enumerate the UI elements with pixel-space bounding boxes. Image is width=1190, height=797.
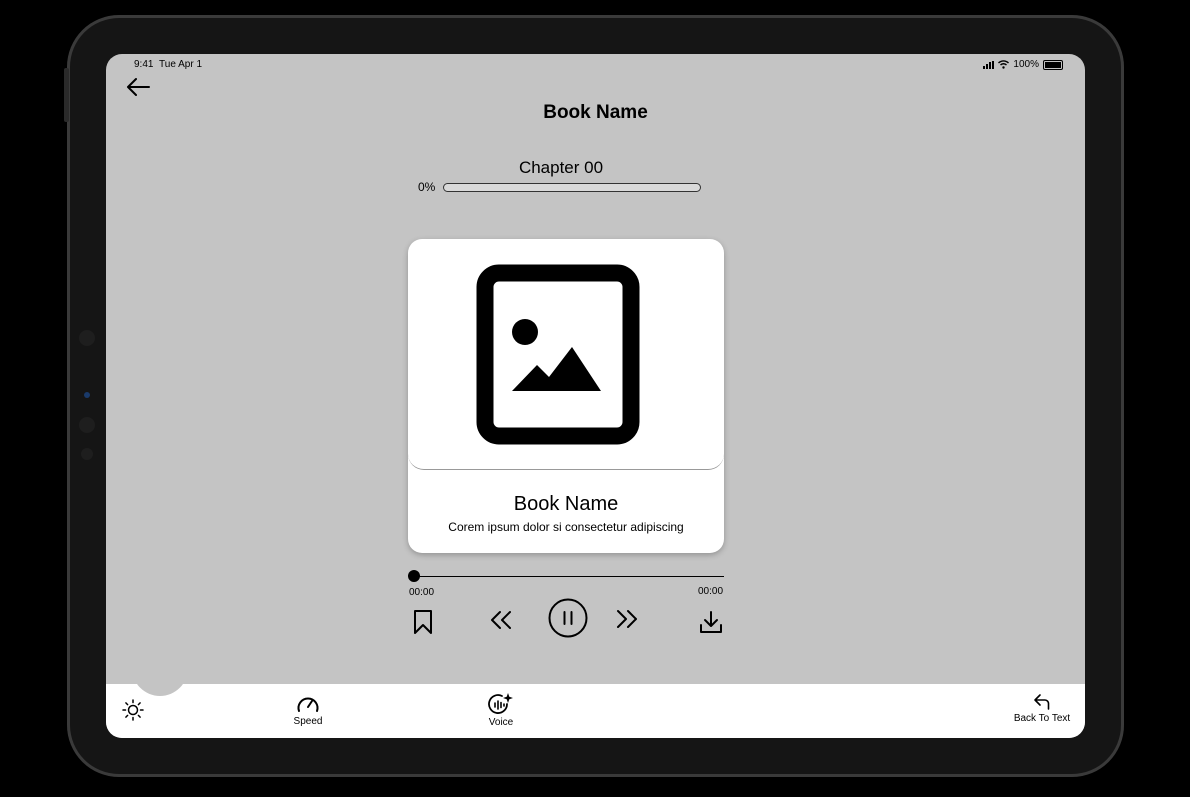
- rewind-icon[interactable]: [488, 609, 514, 631]
- book-cover: [408, 239, 724, 470]
- tab-speed[interactable]: Speed: [282, 693, 334, 727]
- battery-percent: 100%: [1013, 59, 1039, 70]
- arrow-left-icon[interactable]: [124, 76, 152, 98]
- bookmark-icon[interactable]: [412, 609, 434, 635]
- tab-back-to-text-label: Back To Text: [1013, 713, 1071, 724]
- wifi-icon: [998, 60, 1010, 69]
- book-card: Book Name Corem ipsum dolor si consectet…: [408, 239, 724, 553]
- sun-icon: [122, 699, 144, 721]
- seek-track[interactable]: [414, 576, 724, 577]
- app-screen: 9:41 Tue Apr 1 100% Book Name Chapter 00…: [106, 54, 1085, 738]
- status-indicators: 100%: [983, 59, 1063, 70]
- date-text: Tue Apr 1: [159, 59, 203, 70]
- tab-brightness[interactable]: [120, 698, 146, 723]
- bottom-toolbar: [106, 684, 1085, 738]
- tab-back-to-text[interactable]: Back To Text: [1006, 692, 1078, 724]
- tab-voice[interactable]: Voice: [475, 692, 527, 728]
- elapsed-time: 00:00: [409, 587, 435, 598]
- speedometer-icon: [297, 697, 319, 712]
- return-arrow-icon: [1034, 694, 1050, 710]
- cellular-signal-icon: [983, 60, 995, 69]
- chapter-label: Chapter 00: [518, 158, 604, 177]
- total-time: 00:00: [698, 586, 724, 597]
- device-side-button: [64, 68, 69, 122]
- status-time: 9:41 Tue Apr 1: [134, 59, 202, 70]
- battery-icon: [1043, 59, 1063, 70]
- page-title: Book Name: [543, 102, 648, 123]
- device-camera: [84, 392, 90, 398]
- time-text: 9:41: [134, 59, 154, 70]
- voice-ai-icon: [488, 693, 513, 714]
- image-placeholder-icon: [476, 264, 640, 445]
- fast-forward-icon[interactable]: [614, 608, 640, 630]
- seek-handle[interactable]: [408, 570, 420, 582]
- chapter-progress-bar: [443, 183, 701, 192]
- book-title: Book Name: [513, 493, 619, 515]
- tab-voice-label: Voice: [488, 717, 514, 728]
- pause-icon[interactable]: [548, 598, 588, 638]
- device-sensor: [79, 330, 95, 346]
- chapter-progress-text: 0%: [418, 180, 436, 194]
- device-sensor: [79, 417, 95, 433]
- tab-speed-label: Speed: [293, 716, 323, 727]
- download-icon[interactable]: [699, 610, 723, 634]
- book-subtitle: Corem ipsum dolor si consectetur adipisc…: [448, 520, 684, 534]
- device-sensor: [81, 448, 93, 460]
